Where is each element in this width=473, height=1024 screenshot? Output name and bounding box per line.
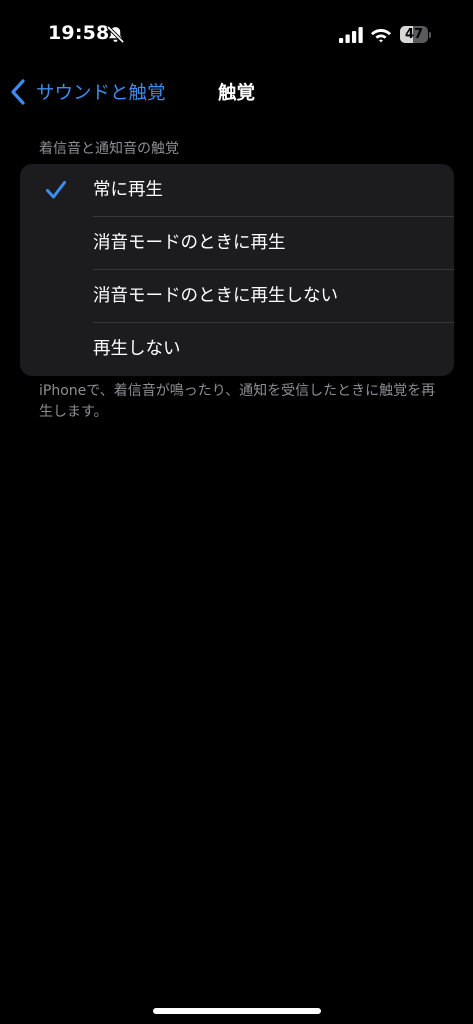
wifi-icon [371, 29, 391, 43]
battery-cap [429, 32, 431, 38]
option-never-play[interactable]: 再生しない [20, 323, 454, 376]
home-indicator[interactable] [153, 1008, 321, 1014]
cellular-signal-icon [339, 27, 363, 43]
option-label: 消音モードのときに再生しない [93, 286, 338, 306]
battery-body: 47 [400, 26, 428, 43]
option-label: 消音モードのときに再生 [93, 233, 286, 253]
bell-slash-icon [106, 25, 125, 44]
section-footer: iPhoneで、着信音が鳴ったり、通知を受信したときに触覚を再生します。 [39, 383, 436, 420]
battery-icon: 47 [400, 26, 431, 43]
option-play-in-silent-mode[interactable]: 消音モードのときに再生 [20, 217, 454, 270]
option-label: 常に再生 [93, 180, 163, 200]
page-title: 触覚 [217, 83, 255, 104]
battery-percentage: 47 [404, 27, 424, 42]
status-bar: 19:58 47 [0, 0, 473, 70]
checkmark-icon [46, 181, 66, 199]
haptics-options-group: 常に再生 消音モードのときに再生 消音モードのときに再生しない 再生しない [20, 164, 454, 376]
option-dont-play-in-silent-mode[interactable]: 消音モードのときに再生しない [20, 270, 454, 323]
option-always-play[interactable]: 常に再生 [20, 164, 454, 217]
section-header: 着信音と通知音の触覚 [39, 141, 179, 157]
option-label: 再生しない [93, 339, 181, 359]
status-time: 19:58 [48, 22, 110, 44]
